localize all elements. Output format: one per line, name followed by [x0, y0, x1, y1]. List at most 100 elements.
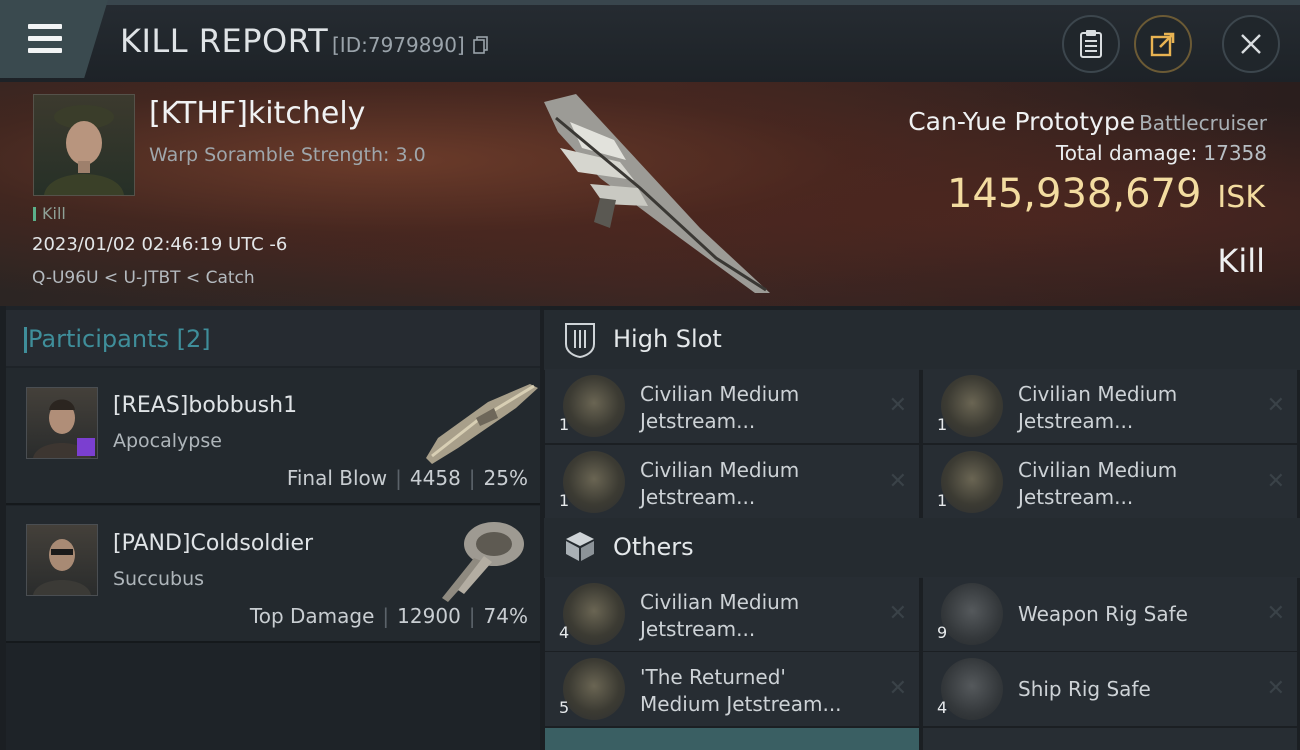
high-slot-header: High Slot: [544, 310, 1300, 370]
participant-row[interactable]: [PAND]Coldsoldier Succubus Top Damage | 12…: [6, 506, 540, 643]
module-icon: [941, 375, 1003, 437]
victim-ship-image: [544, 94, 770, 293]
victim-ship[interactable]: Can-Yue Prototype Battlecruiser: [908, 107, 1267, 136]
total-damage: Total damage: 17358: [1056, 141, 1267, 165]
kill-id-text: [ID:7979890]: [332, 33, 465, 57]
header-accent-line: [0, 0, 1300, 5]
participant-name: [REAS]bobbush1: [113, 393, 298, 418]
participant-stats: Top Damage | 12900 | 74%: [249, 604, 528, 628]
hamburger-menu-icon: [28, 24, 62, 29]
module-item[interactable]: 1 Civilian Medium Jetstream... ✕: [923, 445, 1297, 519]
module-item[interactable]: 4 Ship Rig Safe ✕: [923, 652, 1297, 726]
remove-icon[interactable]: ✕: [1267, 676, 1285, 701]
close-button[interactable]: [1222, 15, 1280, 73]
hamburger-menu-icon: [28, 48, 62, 53]
participant-role: Final Blow: [286, 466, 388, 490]
kill-result: Kill: [1217, 242, 1265, 280]
module-quantity: 9: [937, 623, 948, 642]
remove-icon[interactable]: ✕: [1267, 469, 1285, 494]
kill-id[interactable]: [ID:7979890]: [332, 33, 489, 57]
clipboard-icon: [1080, 30, 1102, 58]
remove-icon[interactable]: ✕: [889, 601, 907, 626]
remove-icon[interactable]: ✕: [1267, 601, 1285, 626]
participant-ship: Succubus: [113, 568, 205, 590]
rig-safe-icon: [941, 583, 1003, 645]
rig-safe-icon: [941, 658, 1003, 720]
avatar-image: [33, 539, 91, 595]
remove-icon[interactable]: ✕: [1267, 393, 1285, 418]
module-item-partial[interactable]: [545, 728, 919, 750]
others-title: Others: [613, 533, 694, 561]
module-quantity: 1: [937, 415, 948, 434]
participant-ship: Apocalypse: [113, 430, 222, 452]
participant-ship-image: [442, 522, 524, 602]
module-quantity: 4: [559, 623, 570, 642]
participants-count: [2]: [176, 325, 211, 353]
participant-damage: 12900: [397, 604, 461, 628]
share-icon: [1150, 32, 1175, 57]
module-item[interactable]: 1 Civilian Medium Jetstream... ✕: [545, 445, 919, 519]
participant-percent: 74%: [483, 604, 528, 628]
kill-location[interactable]: Q-U96U < U-JTBT < Catch: [32, 268, 255, 288]
module-name: Civilian Medium Jetstream...: [640, 382, 800, 433]
module-name: Civilian Medium Jetstream...: [1018, 458, 1178, 509]
victim-portrait[interactable]: [33, 94, 135, 196]
module-item[interactable]: 4 Civilian Medium Jetstream... ✕: [545, 577, 919, 651]
module-icon: [563, 375, 625, 437]
hamburger-menu-icon: [28, 36, 62, 41]
module-name: Weapon Rig Safe: [1018, 602, 1188, 626]
isk-unit: ISK: [1217, 180, 1265, 215]
ship-name: Can-Yue Prototype: [908, 107, 1136, 136]
total-damage-value: 17358: [1203, 141, 1267, 165]
avatar-image: [33, 399, 95, 458]
ship-class: Battlecruiser: [1139, 111, 1267, 135]
module-quantity: 1: [559, 415, 570, 434]
module-icon: [563, 451, 625, 513]
module-item[interactable]: 5 'The Returned' Medium Jetstream... ✕: [545, 652, 919, 726]
high-slot-title: High Slot: [613, 325, 722, 353]
participant-row[interactable]: [REAS]bobbush1 Apocalypse Final Blow | 445…: [6, 368, 540, 505]
module-item[interactable]: 1 Civilian Medium Jetstream... ✕: [923, 369, 1297, 443]
participant-percent: 25%: [483, 466, 528, 490]
clipboard-button[interactable]: [1062, 15, 1120, 73]
module-name: Civilian Medium Jetstream...: [640, 590, 800, 641]
module-name: 'The Returned' Medium Jetstream...: [640, 665, 842, 716]
remove-icon[interactable]: ✕: [889, 469, 907, 494]
participant-damage: 4458: [409, 466, 461, 490]
module-item[interactable]: 1 Civilian Medium Jetstream... ✕: [545, 369, 919, 443]
remove-icon[interactable]: ✕: [889, 676, 907, 701]
participant-ship-image: [426, 384, 538, 464]
page-title: KILL REPORT: [120, 22, 329, 60]
module-quantity: 1: [559, 491, 570, 510]
high-slot-icon: [565, 323, 595, 358]
cargo-box-icon: [566, 532, 594, 561]
kill-type-tag: Kill: [33, 204, 66, 223]
others-header: Others: [544, 518, 1300, 578]
total-damage-label: Total damage:: [1055, 141, 1198, 165]
warp-scramble-strength: Warp Soramble Strength: 3.0: [149, 144, 426, 166]
participants-title: Participants [2]: [24, 325, 211, 353]
share-button[interactable]: [1134, 15, 1192, 73]
isk-amount: 145,938,679: [946, 171, 1202, 217]
kill-timestamp: 2023/01/02 02:46:19 UTC -6: [32, 234, 288, 255]
participant-name: [PAND]Coldsoldier: [113, 531, 314, 556]
avatar[interactable]: [26, 387, 98, 459]
participant-role: Top Damage: [249, 604, 375, 628]
kill-type-label: Kill: [42, 204, 66, 223]
avatar[interactable]: [26, 524, 98, 596]
module-icon: [563, 658, 625, 720]
module-icon: [941, 451, 1003, 513]
copy-icon[interactable]: [473, 36, 489, 54]
module-quantity: 4: [937, 698, 948, 717]
participants-title-text: Participants: [28, 325, 169, 353]
module-quantity: 5: [559, 698, 570, 717]
remove-icon[interactable]: ✕: [889, 393, 907, 418]
module-name: Civilian Medium Jetstream...: [640, 458, 800, 509]
module-icon: [563, 583, 625, 645]
victim-name[interactable]: [KTHF]kitchely: [149, 96, 365, 131]
module-name: Ship Rig Safe: [1018, 677, 1151, 701]
avatar: [44, 105, 124, 195]
module-item-partial[interactable]: [923, 728, 1297, 750]
participant-stats: Final Blow | 4458 | 25%: [286, 466, 528, 490]
module-item[interactable]: 9 Weapon Rig Safe ✕: [923, 577, 1297, 651]
